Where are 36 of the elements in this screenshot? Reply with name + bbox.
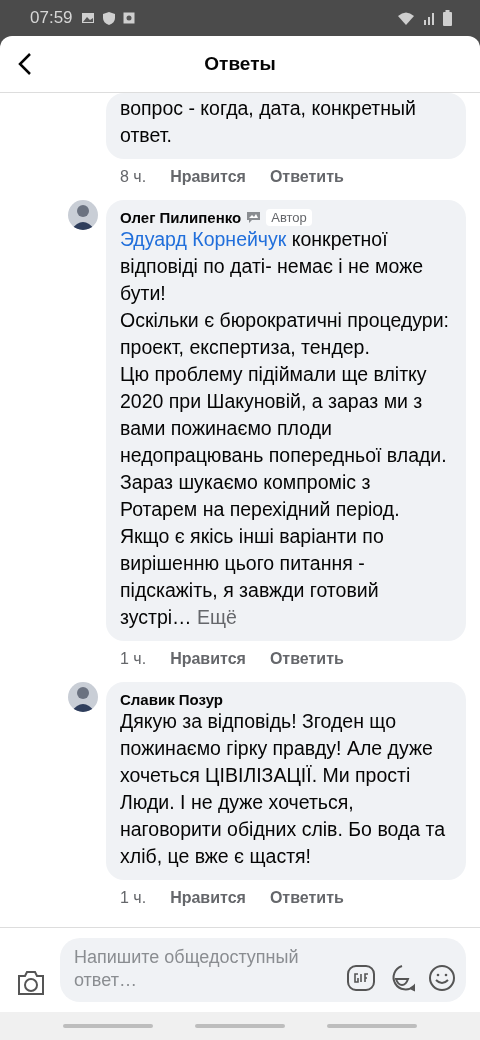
- comment-time: 8 ч.: [120, 168, 147, 186]
- author-name: Олег Пилипенко: [120, 209, 242, 226]
- like-button[interactable]: Нравится: [170, 889, 246, 907]
- back-icon[interactable]: [18, 52, 32, 76]
- reply-button[interactable]: Ответить: [269, 650, 344, 668]
- signal-icon: [423, 11, 435, 25]
- comment-text: Зараз шукаємо компроміс з Ротарем на перехідний період.: [120, 470, 401, 522]
- emoji-icon[interactable]: [428, 964, 456, 992]
- like-button[interactable]: Нравится: [170, 650, 246, 668]
- more-link[interactable]: Ещё: [197, 606, 237, 628]
- comment-text: вопрос - когда, дата, конкретный ответ.: [120, 96, 417, 148]
- chat-icon: [246, 211, 262, 224]
- comment-text: Оскільки є бюрократичні процедури: проект, експертиза, тендер.: [120, 308, 450, 360]
- author-badge: Автор: [266, 209, 312, 226]
- reply-button[interactable]: Ответить: [269, 889, 344, 907]
- mention-link[interactable]: Эдуард Корнейчук: [120, 228, 287, 250]
- comment-text: Эдуард Корнейчук конкретної відповіді по даті- немає і не може бути!: [120, 227, 425, 306]
- wifi-icon: [397, 11, 415, 25]
- author-name: Славик Позур: [120, 691, 223, 708]
- comment-text: Цю проблему підіймали ще влітку 2020 при Шакуновій, а зараз ми з вами пожинаємо плоди недопрацювань попередньої влади.: [120, 362, 448, 468]
- reply-input-field[interactable]: Напишите общедоступный ответ…: [74, 946, 334, 992]
- comment-text: Якщо є якісь інші варіанти по вирішенню цього питання - підскажіть, я завжди готовий зустрі… Ещё: [120, 524, 385, 630]
- camera-icon[interactable]: [16, 970, 46, 996]
- battery-icon: [443, 10, 452, 26]
- like-button[interactable]: Нравится: [170, 168, 246, 186]
- comment-text: Дякую за відповідь! Згоден що пожинаємо гірку правду! Але дуже хочеться ЦІВІЛІЗАЦІЇ. Ми прості Люди. І не дуже хочеться, наговорити обідних слів. Бо вода та хліб, це вже є щастя!: [120, 709, 447, 869]
- gif-icon[interactable]: [346, 964, 376, 992]
- image-icon: [80, 12, 95, 24]
- comment-time: 1 ч.: [120, 650, 147, 668]
- header-title: Ответы: [204, 53, 276, 75]
- shield-icon: [102, 11, 115, 25]
- reply-button[interactable]: Ответить: [269, 168, 344, 186]
- square-icon: [122, 12, 135, 24]
- reply-field[interactable]: Напишите общедоступный ответ…: [60, 938, 466, 1002]
- status-time: 07:59: [30, 8, 73, 28]
- comment-time: 1 ч.: [120, 889, 147, 907]
